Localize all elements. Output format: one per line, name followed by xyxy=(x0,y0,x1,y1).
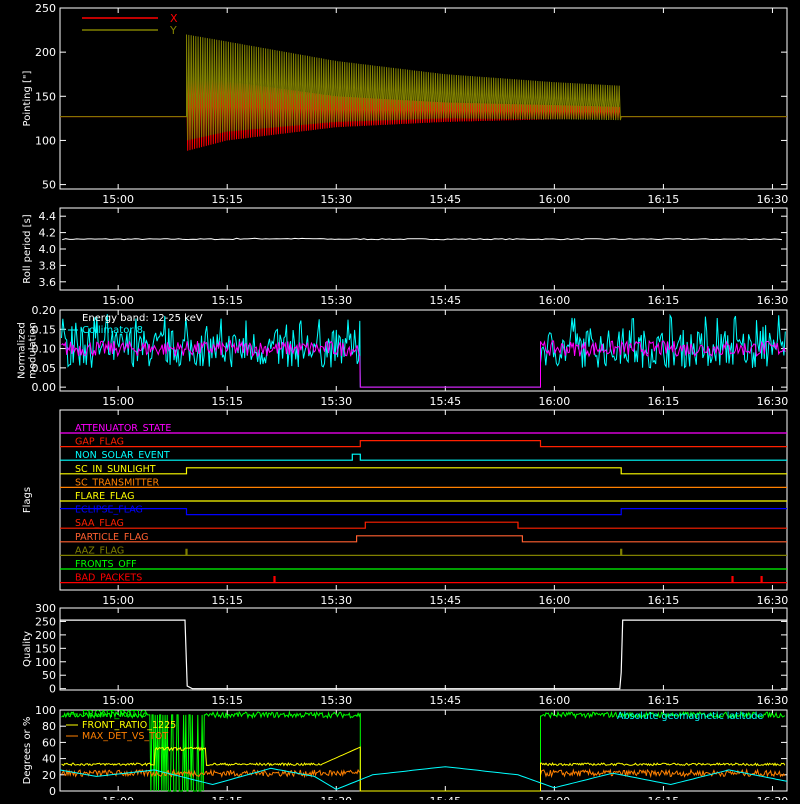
x-tick-label-roll-2: 15:30 xyxy=(320,294,352,307)
x-tick-label-flags-4: 16:00 xyxy=(539,594,571,607)
y-tick-label-roll-1: 3.8 xyxy=(39,259,57,272)
y-tick-label-pointing-0: 50 xyxy=(42,179,56,192)
y-tick-label-roll-4: 4.4 xyxy=(39,210,57,223)
y-tick-label-ratios-1: 20 xyxy=(42,769,56,782)
x-tick-label-pointing-0: 15:00 xyxy=(102,193,134,206)
y-tick-label-quality-4: 200 xyxy=(35,629,56,642)
x-tick-label-flags-2: 15:30 xyxy=(320,594,352,607)
ratio-legend-label-max-det-vs-tot: MAX_DET_VS_TOT xyxy=(82,731,168,742)
x-tick-label-modulation-5: 16:15 xyxy=(648,395,680,408)
y-tick-label-roll-0: 3.6 xyxy=(39,276,57,289)
ratio-legend-label-front-ratio: FRONT_RATIO xyxy=(82,709,147,720)
x-tick-label-ratios-1: 15:15 xyxy=(211,795,243,800)
x-tick-label-pointing-2: 15:30 xyxy=(320,193,352,206)
y-tick-label-quality-1: 50 xyxy=(42,669,56,682)
y-tick-label-quality-5: 250 xyxy=(35,615,56,628)
x-tick-label-roll-4: 16:00 xyxy=(539,294,571,307)
x-tick-label-quality-0: 15:00 xyxy=(102,694,134,707)
x-tick-label-pointing-4: 16:00 xyxy=(539,193,571,206)
x-tick-label-roll-5: 16:15 xyxy=(648,294,680,307)
x-tick-label-pointing-1: 15:15 xyxy=(211,193,243,206)
flag-label-gap-flag: GAP_FLAG xyxy=(75,437,124,448)
x-tick-label-pointing-3: 15:45 xyxy=(429,193,461,206)
x-tick-label-quality-2: 15:30 xyxy=(320,694,352,707)
y-tick-label-ratios-3: 60 xyxy=(42,736,56,749)
y-axis-label-modulation: Normalized xyxy=(17,322,28,379)
x-tick-label-ratios-6: 16:30 xyxy=(757,795,789,800)
x-tick-label-quality-5: 16:15 xyxy=(648,694,680,707)
x-tick-label-roll-0: 15:00 xyxy=(102,294,134,307)
y-tick-label-modulation-4: 0.20 xyxy=(32,304,57,317)
x-tick-label-roll-3: 15:45 xyxy=(429,294,461,307)
y-tick-label-modulation-0: 0.00 xyxy=(32,381,57,394)
x-tick-label-flags-0: 15:00 xyxy=(102,594,134,607)
y-axis-label-ratios: Degrees or % xyxy=(22,717,33,785)
y-axis-label-flags: Flags xyxy=(22,487,33,513)
legend-label-y: Y xyxy=(169,24,177,37)
x-tick-label-modulation-2: 15:30 xyxy=(320,395,352,408)
annotation-geomagnetic-latitude: Absolute geomagnetic latitude xyxy=(617,711,763,722)
y-tick-label-quality-3: 150 xyxy=(35,642,56,655)
x-tick-label-quality-4: 16:00 xyxy=(539,694,571,707)
flag-label-fronts-off: FRONTS_OFF xyxy=(75,559,137,570)
y-tick-label-ratios-5: 100 xyxy=(35,704,56,717)
flag-label-sc-in-sunlight: SC_IN_SUNLIGHT xyxy=(75,464,156,475)
flag-label-saa-flag: SAA_FLAG xyxy=(75,518,124,529)
y-tick-label-ratios-4: 80 xyxy=(42,720,56,733)
x-tick-label-flags-5: 16:15 xyxy=(648,594,680,607)
y-tick-label-pointing-4: 250 xyxy=(35,2,56,15)
y-tick-label-ratios-2: 40 xyxy=(42,753,56,766)
x-tick-label-quality-3: 15:45 xyxy=(429,694,461,707)
x-tick-label-quality-6: 16:30 xyxy=(757,694,789,707)
y-axis-label-quality: Quality xyxy=(22,631,33,667)
x-tick-label-flags-1: 15:15 xyxy=(211,594,243,607)
y-tick-label-quality-2: 100 xyxy=(35,656,56,669)
x-tick-label-modulation-4: 16:00 xyxy=(539,395,571,408)
x-tick-label-ratios-5: 16:15 xyxy=(648,795,680,800)
x-tick-label-pointing-5: 16:15 xyxy=(648,193,680,206)
chart-svg: 15:00 15:15 15:30 15:45 16:00 16:15 16:3050100… xyxy=(0,0,800,804)
y-axis-label-roll: Roll period [s] xyxy=(22,214,33,283)
flag-label-aaz-flag: AAZ_FLAG xyxy=(75,545,124,556)
annotation-energy-band: Energy band: 12-25 keV xyxy=(82,313,203,324)
flag-label-attenuator-state: ATTENUATOR_STATE xyxy=(75,423,171,434)
x-tick-label-pointing-6: 16:30 xyxy=(757,193,789,206)
y-tick-label-ratios-0: 0 xyxy=(49,785,56,798)
x-tick-label-modulation-0: 15:00 xyxy=(102,395,134,408)
y-axis-label-modulation: modulation xyxy=(28,322,39,379)
x-tick-label-ratios-3: 15:45 xyxy=(429,795,461,800)
x-tick-label-modulation-3: 15:45 xyxy=(429,395,461,408)
x-tick-label-flags-3: 15:45 xyxy=(429,594,461,607)
y-axis-label-pointing: Pointing ["] xyxy=(22,70,33,126)
x-tick-label-quality-1: 15:15 xyxy=(211,694,243,707)
y-tick-label-roll-2: 4.0 xyxy=(39,243,57,256)
flag-label-flare-flag: FLARE_FLAG xyxy=(75,491,135,502)
x-tick-label-roll-1: 15:15 xyxy=(211,294,243,307)
y-tick-label-pointing-1: 100 xyxy=(35,134,56,147)
x-tick-label-flags-6: 16:30 xyxy=(757,594,789,607)
x-tick-label-modulation-6: 16:30 xyxy=(757,395,789,408)
chart-root: 15:00 15:15 15:30 15:45 16:00 16:15 16:30 50 100… xyxy=(0,0,800,804)
x-tick-label-ratios-2: 15:30 xyxy=(320,795,352,800)
y-tick-label-pointing-2: 150 xyxy=(35,90,56,103)
y-tick-label-quality-0: 0 xyxy=(49,683,56,696)
flag-label-bad-packets: BAD_PACKETS xyxy=(75,573,142,584)
flag-label-sc-transmitter: SC_TRANSMITTER xyxy=(75,477,160,488)
y-tick-label-quality-6: 300 xyxy=(35,602,56,615)
annotation-collimator: Collimator 8 xyxy=(82,325,143,336)
y-tick-label-roll-3: 4.2 xyxy=(39,227,57,240)
flag-label-non-solar-event: NON_SOLAR_EVENT xyxy=(75,450,170,461)
flag-label-eclipse-flag: ECLIPSE_FLAG xyxy=(75,505,143,516)
flag-label-particle-flag: PARTICLE_FLAG xyxy=(75,532,148,543)
x-tick-label-roll-6: 16:30 xyxy=(757,294,789,307)
x-tick-label-ratios-4: 16:00 xyxy=(539,795,571,800)
x-tick-label-modulation-1: 15:15 xyxy=(211,395,243,408)
x-tick-label-ratios-0: 15:00 xyxy=(102,795,134,800)
y-tick-label-pointing-3: 200 xyxy=(35,46,56,59)
ratio-legend-label-front-ratio-1225: FRONT_RATIO_1225 xyxy=(82,720,176,731)
